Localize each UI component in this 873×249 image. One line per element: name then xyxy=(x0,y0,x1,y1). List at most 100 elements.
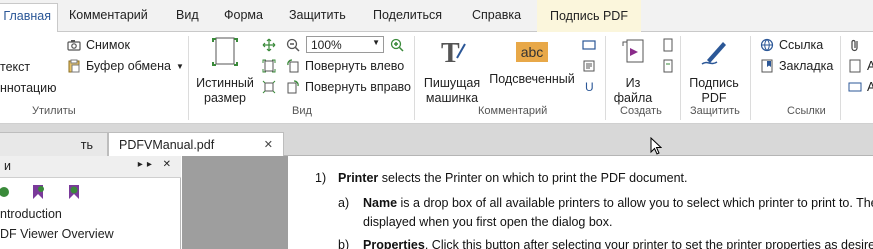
rotate-right-icon xyxy=(286,80,300,94)
annotation-button[interactable]: ннотацию xyxy=(0,79,57,97)
svg-text:T: T xyxy=(441,38,460,68)
group-divider xyxy=(750,36,751,120)
create-more-button-2[interactable] xyxy=(661,57,675,75)
more-button-1[interactable]: А xyxy=(848,57,873,75)
panel-title: и xyxy=(4,159,11,173)
document-tab-strip: ть PDFVManual.pdf ✕ xyxy=(0,124,873,157)
typewriter-icon: T xyxy=(420,36,484,72)
more-button-2[interactable]: А xyxy=(848,78,873,96)
zoom-value: 100% xyxy=(311,38,342,52)
tab-home[interactable]: Главная xyxy=(0,3,58,33)
attach-button[interactable] xyxy=(848,36,862,54)
comment-group-label: Комментарий xyxy=(478,105,548,117)
select-text-button[interactable]: текст xyxy=(0,58,30,76)
zoom-in-icon xyxy=(390,38,404,52)
definition: . Click this button after selecting your… xyxy=(424,238,873,249)
list-item: Properties. Click this button after sele… xyxy=(363,238,873,249)
document-icon xyxy=(848,59,862,73)
links-group-label: Ссылки xyxy=(787,105,826,117)
zoom-out-icon xyxy=(286,38,300,52)
highlight-icon: abc xyxy=(516,42,548,62)
utilities-group-label: Утилиты xyxy=(32,105,76,117)
zoom-select[interactable]: 100% ▼ xyxy=(306,36,384,53)
camera-icon xyxy=(67,38,81,52)
add-bookmark-icon[interactable] xyxy=(0,184,12,203)
link-button[interactable]: Ссылка xyxy=(760,36,823,54)
snapshot-button[interactable]: Снимок xyxy=(67,36,130,54)
fit-width-button[interactable] xyxy=(262,78,276,96)
term: Name xyxy=(363,196,398,210)
rotate-left-label: Повернуть влево xyxy=(305,59,405,73)
clipboard-button[interactable]: Буфер обмена ▼ xyxy=(67,57,184,75)
actual-size-label: Истинный размер xyxy=(196,76,254,105)
underline-button[interactable]: U xyxy=(585,78,594,96)
document-gutter xyxy=(182,156,288,249)
tab-view[interactable]: Вид xyxy=(176,8,199,28)
select-text-label: текст xyxy=(0,60,31,74)
tab-help[interactable]: Справка xyxy=(472,8,521,28)
pen-signature-icon xyxy=(686,36,742,72)
document-tab-inactive-label: ть xyxy=(80,138,93,152)
bookmarks-panel: и ▸▸ ✕ ntroduction DF Viewer Overview xyxy=(0,156,181,249)
tab-form[interactable]: Форма xyxy=(224,8,263,28)
rotate-right-label: Повернуть вправо xyxy=(305,80,411,94)
fit-icon-button[interactable] xyxy=(262,36,276,54)
bookmark-flag-icon[interactable] xyxy=(30,184,46,203)
globe-link-icon xyxy=(760,38,774,52)
create-more-button[interactable] xyxy=(661,36,675,54)
tab-protect[interactable]: Защитить xyxy=(289,8,346,28)
ribbon-tab-bar: Главная Комментарий Вид Форма Защитить П… xyxy=(0,0,873,33)
group-divider xyxy=(414,36,415,120)
clipboard-label: Буфер обмена xyxy=(86,59,171,73)
panel-controls[interactable]: ▸▸ ✕ xyxy=(138,159,175,170)
move-icon xyxy=(262,38,276,52)
group-divider xyxy=(188,36,189,120)
highlight-button[interactable]: abc Подсвеченный xyxy=(486,36,578,87)
list-item: Name is a drop box of all available prin… xyxy=(363,196,873,210)
definition: is a drop box of all available printers … xyxy=(400,196,873,210)
typewriter-button[interactable]: T Пишущая машинка xyxy=(420,36,484,106)
group-divider xyxy=(840,36,841,120)
bookmark-item[interactable]: DF Viewer Overview xyxy=(0,227,114,241)
term: Printer xyxy=(338,171,379,185)
from-file-button[interactable]: Из файла xyxy=(610,36,656,106)
sign-pdf-button[interactable]: Подпись PDF xyxy=(686,36,742,106)
more-label-2: А xyxy=(867,80,873,94)
document-tab-active[interactable]: PDFVManual.pdf ✕ xyxy=(108,132,284,157)
note-button[interactable] xyxy=(582,57,596,75)
textfield-icon xyxy=(848,80,862,94)
document-page: 1) Printer selects the Printer on which … xyxy=(288,156,873,249)
sign-pdf-label: Подпись PDF xyxy=(689,76,739,105)
chevron-down-icon: ▼ xyxy=(372,38,380,47)
tab-comment[interactable]: Комментарий xyxy=(69,8,148,28)
rotate-right-button[interactable]: Повернуть вправо xyxy=(286,78,411,96)
fit-page-icon xyxy=(262,59,276,73)
rotate-left-button[interactable]: Повернуть влево xyxy=(286,57,404,75)
zoom-in-button[interactable] xyxy=(390,36,404,54)
bookmark-check-icon[interactable] xyxy=(66,184,82,203)
actual-size-button[interactable]: Истинный размер xyxy=(192,36,258,106)
snapshot-label: Снимок xyxy=(86,38,130,52)
clipboard-icon xyxy=(67,59,81,73)
mouse-cursor-icon xyxy=(650,136,663,158)
pdf-file-icon xyxy=(610,36,656,72)
bookmark-item[interactable]: ntroduction xyxy=(0,207,62,221)
textbox-button[interactable] xyxy=(582,36,596,54)
tab-share[interactable]: Поделиться xyxy=(373,8,442,28)
list-number: a) xyxy=(338,196,350,210)
close-tab-icon[interactable]: ✕ xyxy=(264,138,273,151)
definition: selects the Printer on which to print th… xyxy=(381,171,688,185)
bookmark-button[interactable]: Закладка xyxy=(760,57,833,75)
fit-page-button[interactable] xyxy=(262,57,276,75)
tab-sign-pdf[interactable]: Подпись PDF xyxy=(537,0,641,32)
protect-group-label: Защитить xyxy=(690,105,740,117)
panel-header: и ▸▸ ✕ xyxy=(0,156,181,178)
actual-size-icon xyxy=(192,36,258,72)
zoom-out-button[interactable] xyxy=(286,36,300,54)
document-tab-inactive[interactable]: ть xyxy=(0,132,108,157)
view-group-label: Вид xyxy=(292,105,312,117)
annotation-label: ннотацию xyxy=(0,81,57,95)
link-label: Ссылка xyxy=(779,38,824,52)
typewriter-label: Пишущая машинка xyxy=(423,76,481,105)
bookmark-label: Закладка xyxy=(779,59,834,73)
